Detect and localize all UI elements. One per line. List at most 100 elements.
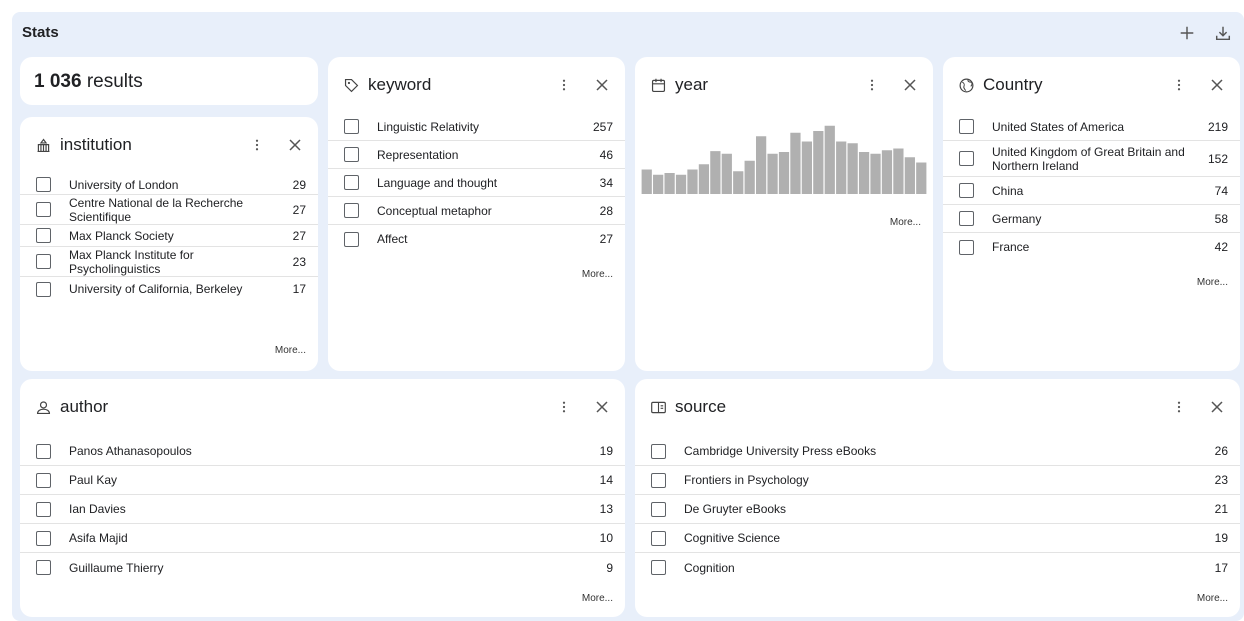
checkbox[interactable] bbox=[36, 472, 51, 488]
kebab-menu-icon[interactable] bbox=[553, 396, 575, 418]
year-bar[interactable] bbox=[813, 131, 824, 194]
checkbox[interactable] bbox=[344, 175, 359, 190]
year-bar[interactable] bbox=[836, 141, 847, 195]
more-link[interactable]: More... bbox=[1197, 593, 1228, 604]
year-bar[interactable] bbox=[744, 160, 755, 194]
list-item[interactable]: Cambridge University Press eBooks 26 bbox=[635, 437, 1240, 466]
list-item[interactable]: France 42 bbox=[943, 233, 1240, 261]
kebab-menu-icon[interactable] bbox=[1168, 74, 1190, 96]
more-link[interactable]: More... bbox=[582, 269, 613, 280]
checkbox[interactable] bbox=[344, 203, 359, 218]
checkbox[interactable] bbox=[959, 151, 974, 166]
checkbox[interactable] bbox=[36, 443, 51, 459]
year-bar[interactable] bbox=[824, 125, 835, 194]
year-bar[interactable] bbox=[904, 157, 915, 194]
list-item[interactable]: Paul Kay 14 bbox=[20, 466, 625, 495]
more-link[interactable]: More... bbox=[890, 217, 921, 228]
year-bar[interactable] bbox=[710, 151, 721, 195]
checkbox[interactable] bbox=[36, 560, 51, 575]
checkbox[interactable] bbox=[959, 239, 974, 255]
list-item[interactable]: China 74 bbox=[943, 177, 1240, 205]
year-bar[interactable] bbox=[687, 169, 698, 195]
more-link[interactable]: More... bbox=[582, 593, 613, 604]
list-item[interactable]: Representation 46 bbox=[328, 141, 625, 169]
list-item[interactable]: Asifa Majid 10 bbox=[20, 524, 625, 553]
checkbox[interactable] bbox=[344, 119, 359, 134]
more-link[interactable]: More... bbox=[1197, 277, 1228, 288]
list-item[interactable]: Conceptual metaphor 28 bbox=[328, 197, 625, 225]
year-bar[interactable] bbox=[641, 169, 652, 195]
list-item[interactable]: Affect 27 bbox=[328, 225, 625, 253]
year-bar[interactable] bbox=[767, 153, 778, 194]
list-item[interactable]: United States of America 219 bbox=[943, 113, 1240, 141]
download-icon[interactable] bbox=[1212, 22, 1234, 44]
checkbox[interactable] bbox=[651, 443, 666, 459]
plus-icon[interactable] bbox=[1176, 22, 1198, 44]
checkbox[interactable] bbox=[344, 231, 359, 247]
checkbox[interactable] bbox=[651, 560, 666, 575]
checkbox[interactable] bbox=[959, 119, 974, 134]
year-bar[interactable] bbox=[858, 152, 870, 194]
list-item[interactable]: Language and thought 34 bbox=[328, 169, 625, 197]
year-bar[interactable] bbox=[756, 136, 767, 194]
close-icon[interactable] bbox=[1206, 74, 1228, 96]
checkbox[interactable] bbox=[36, 281, 51, 297]
year-bar[interactable] bbox=[893, 148, 904, 195]
author-list: Panos Athanasopoulos 19 Paul Kay 14 Ian Davi… bbox=[20, 437, 625, 582]
checkbox[interactable] bbox=[959, 211, 974, 226]
list-item[interactable]: Max Planck Institute for Psycholinguisti… bbox=[20, 247, 318, 277]
card-header: year bbox=[635, 57, 933, 113]
kebab-menu-icon[interactable] bbox=[246, 134, 268, 156]
year-bar[interactable] bbox=[870, 153, 881, 194]
year-bar[interactable] bbox=[881, 150, 893, 194]
close-icon[interactable] bbox=[899, 74, 921, 96]
list-item[interactable]: Panos Athanasopoulos 19 bbox=[20, 437, 625, 466]
checkbox[interactable] bbox=[36, 254, 51, 269]
list-item[interactable]: University of London 29 bbox=[20, 175, 318, 195]
year-bar[interactable] bbox=[664, 173, 675, 194]
item-label: Affect bbox=[377, 232, 408, 246]
item-count: 28 bbox=[599, 203, 613, 218]
year-bar[interactable] bbox=[698, 164, 710, 194]
checkbox[interactable] bbox=[36, 501, 51, 517]
year-bar[interactable] bbox=[847, 143, 858, 194]
year-bar[interactable] bbox=[801, 141, 812, 195]
year-bar[interactable] bbox=[916, 162, 927, 195]
year-histogram[interactable] bbox=[641, 116, 927, 196]
kebab-menu-icon[interactable] bbox=[861, 74, 883, 96]
close-icon[interactable] bbox=[284, 134, 306, 156]
checkbox[interactable] bbox=[651, 472, 666, 488]
year-bar[interactable] bbox=[733, 171, 744, 194]
list-item[interactable]: Cognitive Science 19 bbox=[635, 524, 1240, 553]
checkbox[interactable] bbox=[36, 177, 51, 192]
list-item[interactable]: Ian Davies 13 bbox=[20, 495, 625, 524]
list-item[interactable]: Max Planck Society 27 bbox=[20, 225, 318, 247]
close-icon[interactable] bbox=[591, 396, 613, 418]
list-item[interactable]: Guillaume Thierry 9 bbox=[20, 553, 625, 582]
checkbox[interactable] bbox=[36, 202, 51, 217]
list-item[interactable]: Frontiers in Psychology 23 bbox=[635, 466, 1240, 495]
year-bar[interactable] bbox=[721, 153, 732, 194]
close-icon[interactable] bbox=[1206, 396, 1228, 418]
list-item[interactable]: Linguistic Relativity 257 bbox=[328, 113, 625, 141]
list-item[interactable]: Cognition 17 bbox=[635, 553, 1240, 582]
list-item[interactable]: Centre National de la Recherche Scientif… bbox=[20, 195, 318, 225]
checkbox[interactable] bbox=[36, 228, 51, 243]
list-item[interactable]: United Kingdom of Great Britain and Nort… bbox=[943, 141, 1240, 177]
kebab-menu-icon[interactable] bbox=[1168, 396, 1190, 418]
year-bar[interactable] bbox=[790, 132, 801, 194]
year-bar[interactable] bbox=[778, 152, 790, 194]
checkbox[interactable] bbox=[651, 530, 666, 546]
checkbox[interactable] bbox=[959, 183, 974, 198]
kebab-menu-icon[interactable] bbox=[553, 74, 575, 96]
checkbox[interactable] bbox=[36, 530, 51, 546]
more-link[interactable]: More... bbox=[275, 345, 306, 356]
list-item[interactable]: Germany 58 bbox=[943, 205, 1240, 233]
list-item[interactable]: De Gruyter eBooks 21 bbox=[635, 495, 1240, 524]
close-icon[interactable] bbox=[591, 74, 613, 96]
year-bar[interactable] bbox=[675, 174, 687, 194]
checkbox[interactable] bbox=[651, 501, 666, 517]
year-bar[interactable] bbox=[653, 174, 664, 194]
checkbox[interactable] bbox=[344, 147, 359, 162]
list-item[interactable]: University of California, Berkeley 17 bbox=[20, 277, 318, 301]
